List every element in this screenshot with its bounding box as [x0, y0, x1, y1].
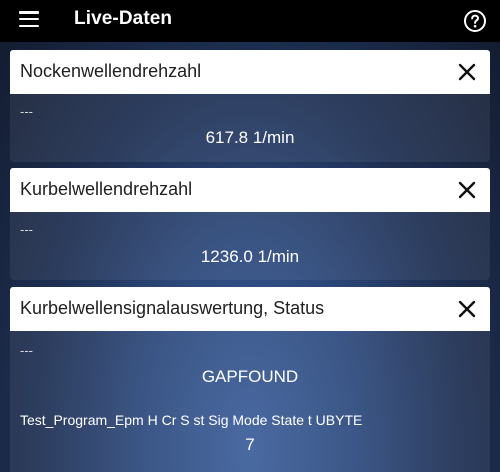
- card-header-nockenwellendrehzahl: Nockenwellendrehzahl: [10, 50, 490, 94]
- page-title: Live-Daten: [74, 8, 173, 29]
- sub-label: ---: [20, 104, 33, 119]
- card-header-kurbelwellendrehzahl: Kurbelwellendrehzahl: [10, 168, 490, 212]
- close-icon[interactable]: [458, 300, 476, 318]
- card-body-kurbelwellensignalauswertung: --- GAPFOUND Test_Program_Epm H Cr S st …: [10, 331, 490, 472]
- card-value: 617.8 1/min: [205, 128, 295, 147]
- app-bar: Live-Daten: [0, 0, 500, 42]
- card-value: GAPFOUND: [201, 367, 299, 386]
- close-icon[interactable]: [458, 181, 476, 199]
- hamburger-menu-icon[interactable]: [19, 11, 39, 28]
- close-icon[interactable]: [458, 63, 476, 81]
- card-header-kurbelwellensignalauswertung: Kurbelwellensignalauswertung, Status: [10, 287, 490, 331]
- card-title: Kurbelwellensignalauswertung, Status: [20, 298, 325, 318]
- sub-label: ---: [20, 343, 33, 358]
- card-value: 1236.0 1/min: [200, 247, 300, 266]
- detail-label: Test_Program_Epm H Cr S st Sig Mode Stat…: [20, 412, 363, 428]
- card-body-nockenwellendrehzahl: --- 617.8 1/min: [10, 94, 490, 162]
- detail-value: 7: [245, 435, 255, 454]
- help-circle-icon[interactable]: [463, 9, 487, 33]
- card-body-kurbelwellendrehzahl: --- 1236.0 1/min: [10, 212, 490, 280]
- card-title: Nockenwellendrehzahl: [20, 61, 202, 81]
- sub-label: ---: [20, 222, 33, 237]
- card-title: Kurbelwellendrehzahl: [20, 179, 193, 199]
